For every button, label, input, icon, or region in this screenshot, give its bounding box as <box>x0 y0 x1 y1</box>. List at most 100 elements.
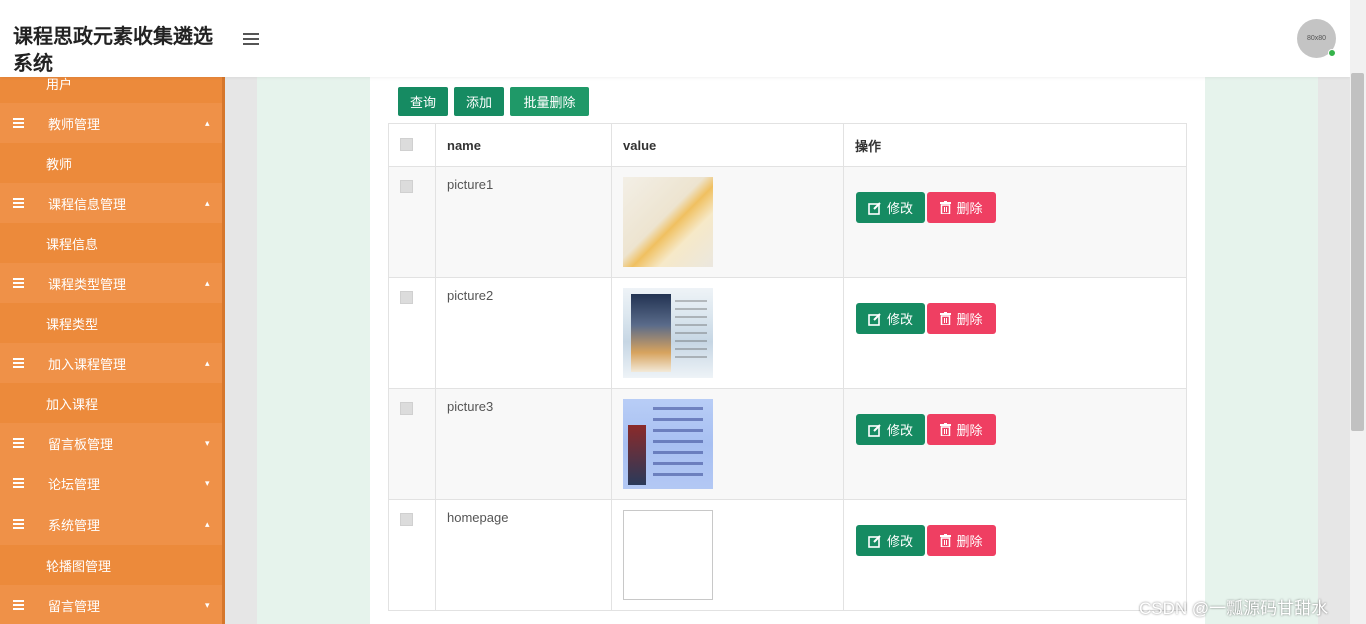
sidebar-group-message[interactable]: 留言管理 ▾ <box>0 585 222 624</box>
content-gutter-left <box>225 77 257 624</box>
sidebar-item-label: 用户 <box>46 77 73 92</box>
batch-delete-button[interactable]: 批量删除 <box>510 87 589 116</box>
trash-icon <box>940 423 952 436</box>
sidebar-item-label: 轮播图管理 <box>46 558 112 574</box>
actions-cell: 修改 删除 <box>843 277 1187 389</box>
chevron-up-icon: ▴ <box>205 277 210 288</box>
chevron-down-icon: ▾ <box>205 478 210 488</box>
table-row: picture1 修改 删除 <box>388 166 1187 278</box>
query-button[interactable]: 查询 <box>398 87 448 116</box>
row-checkbox[interactable] <box>400 180 413 193</box>
top-header: 课程思政元素收集遴选系统 80x80 <box>0 0 1350 77</box>
row-name: homepage <box>447 510 509 525</box>
thumbnail-image <box>623 177 713 267</box>
edit-label: 修改 <box>886 423 913 438</box>
table-row: picture3 修改 删除 <box>388 388 1187 500</box>
checkbox-cell <box>388 166 436 278</box>
chevron-up-icon: ▴ <box>205 519 210 529</box>
thumbnail-image <box>623 288 713 378</box>
sidebar-item-label: 教师 <box>46 156 73 172</box>
row-checkbox[interactable] <box>400 291 413 304</box>
sidebar-group-join-course[interactable]: 加入课程管理 ▴ <box>0 343 222 383</box>
online-status-dot <box>1328 49 1336 57</box>
row-checkbox[interactable] <box>400 513 413 526</box>
sidebar-group-course-type[interactable]: 课程类型管理 ▴ <box>0 263 222 303</box>
table-row: picture2 修改 删除 <box>388 277 1187 389</box>
checkbox-cell <box>388 499 436 611</box>
sidebar-item-carousel[interactable]: 轮播图管理 <box>0 545 222 585</box>
chevron-up-icon: ▴ <box>205 197 210 208</box>
content-gutter-right <box>1318 77 1350 624</box>
edit-icon <box>868 201 881 215</box>
column-header-value: value <box>611 123 844 167</box>
sidebar-item-label: 加入课程管理 <box>48 356 127 372</box>
sidebar-item-label: 加入课程 <box>46 396 99 412</box>
sidebar-item-label: 留言管理 <box>48 598 101 614</box>
sidebar-item-label: 系统管理 <box>48 518 101 533</box>
sidebar-item-teacher[interactable]: 教师 <box>0 143 222 183</box>
edit-button[interactable]: 修改 <box>856 192 925 223</box>
value-cell <box>611 499 844 611</box>
edit-label: 修改 <box>886 534 913 549</box>
delete-button[interactable]: 删除 <box>927 192 996 223</box>
sidebar-group-course-info[interactable]: 课程信息管理 ▴ <box>0 183 222 223</box>
value-cell <box>611 388 844 500</box>
column-header-name: name <box>435 123 612 167</box>
row-name: picture2 <box>447 288 494 303</box>
add-button[interactable]: 添加 <box>454 87 504 116</box>
list-icon <box>13 118 24 128</box>
chevron-up-icon: ▴ <box>205 117 210 128</box>
list-icon <box>13 600 24 610</box>
name-cell: picture3 <box>435 388 612 500</box>
thumbnail-image <box>623 399 713 489</box>
scrollbar-thumb[interactable] <box>1351 73 1364 431</box>
edit-icon <box>868 534 881 548</box>
menu-toggle-icon[interactable] <box>243 33 259 45</box>
actions-cell: 修改 删除 <box>843 388 1187 500</box>
sidebar-item-label: 论坛管理 <box>48 477 101 492</box>
list-icon <box>13 519 24 529</box>
sidebar-item-label: 课程类型 <box>46 316 99 332</box>
edit-button[interactable]: 修改 <box>856 525 925 556</box>
sidebar-group-teacher[interactable]: 教师管理 ▴ <box>0 103 222 143</box>
list-icon <box>13 198 24 208</box>
delete-label: 删除 <box>956 312 983 327</box>
delete-button[interactable]: 删除 <box>927 525 996 556</box>
select-all-checkbox[interactable] <box>400 138 413 151</box>
edit-button[interactable]: 修改 <box>856 414 925 445</box>
chevron-up-icon: ▴ <box>205 357 210 368</box>
app-title: 课程思政元素收集遴选系统 <box>13 26 213 75</box>
actions-cell: 修改 删除 <box>843 499 1187 611</box>
list-icon <box>13 438 24 448</box>
list-icon <box>13 358 24 368</box>
trash-icon <box>940 201 952 214</box>
sidebar: 用户 教师管理 ▴ 教师 课程信息管理 ▴ 课程信息 课程类型管理 ▴ 课程类型… <box>0 77 225 624</box>
sidebar-item-label: 课程信息管理 <box>48 196 127 212</box>
row-name: picture1 <box>447 177 494 192</box>
sidebar-group-message-board[interactable]: 留言板管理 ▾ <box>0 423 222 463</box>
sidebar-item-join-course[interactable]: 加入课程 <box>0 383 222 423</box>
table-header-row: name value 操作 <box>388 123 1187 167</box>
delete-label: 删除 <box>956 534 983 549</box>
sidebar-item-user[interactable]: 用户 <box>0 77 222 103</box>
sidebar-item-course-type[interactable]: 课程类型 <box>0 303 222 343</box>
edit-button[interactable]: 修改 <box>856 303 925 334</box>
actions-cell: 修改 删除 <box>843 166 1187 278</box>
table-row: homepage 修改 删除 <box>388 499 1187 611</box>
list-icon <box>13 478 24 488</box>
delete-label: 删除 <box>956 423 983 438</box>
sidebar-item-course-info[interactable]: 课程信息 <box>0 223 222 263</box>
row-checkbox[interactable] <box>400 402 413 415</box>
sidebar-group-forum[interactable]: 论坛管理 ▾ <box>0 463 222 504</box>
sidebar-item-label: 课程信息 <box>46 236 99 252</box>
delete-button[interactable]: 删除 <box>927 303 996 334</box>
delete-button[interactable]: 删除 <box>927 414 996 445</box>
trash-icon <box>940 312 952 325</box>
watermark: CSDN @一瓢源码甘甜水 <box>1139 599 1329 618</box>
sidebar-item-label: 课程类型管理 <box>48 276 127 292</box>
chevron-down-icon: ▾ <box>205 599 210 610</box>
sidebar-group-system[interactable]: 系统管理 ▴ <box>0 504 222 545</box>
edit-icon <box>868 423 881 437</box>
row-name: picture3 <box>447 399 494 414</box>
sidebar-item-label: 教师管理 <box>48 116 101 132</box>
